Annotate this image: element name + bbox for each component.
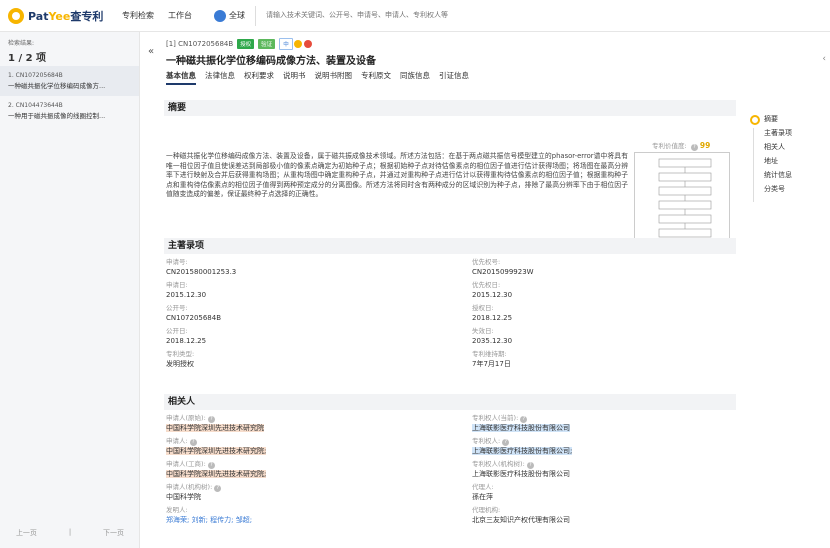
field-maintenance-period: 专利维持期: 7年7月17日 [472, 350, 511, 368]
next-page-button[interactable]: 下一页 [103, 528, 124, 538]
top-bar: PatYee查专利 专利检索 工作台 全球 [0, 0, 830, 32]
help-icon: ? [526, 462, 534, 469]
patyee-logo[interactable]: PatYee查专利 [8, 7, 108, 24]
help-icon: ? [214, 485, 222, 492]
tab-description[interactable]: 说明书 [283, 70, 306, 85]
chevron-left-icon[interactable]: ‹ [822, 54, 826, 64]
results-count: 1 / 2 项 [8, 53, 47, 64]
toc-item-statistics[interactable]: 统计信息 [748, 168, 830, 182]
field-assignee: 专利权人:? 上海联影医疗科技股份有限公司; [472, 437, 573, 455]
results-sidebar: 检索结果: 1 / 2 项 1. CN107205684B 一种磁共振化学位移编… [0, 32, 140, 548]
patent-detail: [1] CN107205684B 授权 验证 中 一种磁共振化学位移编码成像方法… [160, 32, 740, 548]
toc-item-biblio[interactable]: 主著录项 [748, 126, 830, 140]
pager-separator: | [68, 528, 72, 536]
logo-icon [8, 7, 24, 24]
pager: 上一页 | 下一页 [0, 528, 140, 538]
field-assignee-org-tree: 专利权人(机构树):? 上海联影医疗科技股份有限公司 [472, 460, 570, 478]
prev-page-button[interactable]: 上一页 [16, 528, 37, 538]
search-input[interactable] [255, 5, 555, 26]
applicant-link[interactable]: 中国科学院深圳先进技术研究院; [166, 447, 267, 455]
brand-name: PatYee查专利 [28, 9, 104, 23]
biblio-section-title: 主著录项 [164, 238, 736, 254]
field-expiry-date: 失效日: 2035.12.30 [472, 327, 513, 345]
parties-section-title: 相关人 [164, 394, 736, 410]
applicant-link[interactable]: 中国科学院深圳先进技术研究院 [166, 424, 264, 432]
award-icon [293, 40, 312, 48]
applicant-link[interactable]: 中国科学院深圳先进技术研究院; [166, 470, 267, 478]
patent-value-score: 专利价值度: ? 99 [652, 141, 711, 151]
nav-patent-search[interactable]: 专利检索 [122, 10, 154, 21]
field-original-applicant: 申请人(原始):? 中国科学院深圳先进技术研究院 [166, 414, 264, 432]
tab-basic-info[interactable]: 基本信息 [166, 70, 196, 85]
assignee-link[interactable]: 上海联影医疗科技股份有限公司 [472, 424, 570, 432]
field-applicant-business: 申请人(工商):? 中国科学院深圳先进技术研究院; [166, 460, 267, 478]
patent-number: [1] CN107205684B 授权 验证 中 [166, 38, 313, 50]
language-badge: 中 [279, 38, 293, 50]
status-badge-granted: 授权 [237, 39, 255, 49]
toc-item-parties[interactable]: 相关人 [748, 140, 830, 154]
abstract-text: 一种磁共振化学位移编码成像方法、装置及设备，属于磁共振成像技术领域。所述方法包括… [166, 152, 628, 199]
field-agency: 代理机构: 北京三友知识产权代理有限公司 [472, 506, 570, 524]
tab-claims[interactable]: 权利要求 [244, 70, 274, 85]
help-icon: ? [520, 416, 528, 423]
field-publication-date: 公开日: 2018.12.25 [166, 327, 207, 345]
toc-item-address[interactable]: 地址 [748, 154, 830, 168]
results-header: 检索结果: [8, 40, 35, 47]
field-inventors: 发明人: 郑海荣; 刘新; 程传力; 邹超; [166, 506, 253, 524]
toc-sidebar: 摘要 主著录项 相关人 地址 统计信息 分类号 [748, 112, 830, 196]
status-badge-verified: 验证 [258, 39, 276, 49]
help-icon: ? [207, 462, 215, 469]
result-item[interactable]: 1. CN107205684B 一种磁共振化学位移编码成像方... [0, 66, 139, 96]
toc-item-classification[interactable]: 分类号 [748, 182, 830, 196]
nav-workbench[interactable]: 工作台 [168, 10, 192, 21]
field-current-assignee: 专利权人(当前):? 上海联影医疗科技股份有限公司 [472, 414, 570, 432]
toc-item-abstract[interactable]: 摘要 [748, 112, 830, 126]
field-applicant: 申请人:? 中国科学院深圳先进技术研究院; [166, 437, 267, 455]
assignee-link[interactable]: 上海联影医疗科技股份有限公司 [472, 470, 570, 478]
field-grant-date: 授权日: 2018.12.25 [472, 304, 513, 322]
patent-title: 一种磁共振化学位移编码成像方法、装置及设备 [166, 56, 376, 67]
field-priority-date: 优先权日: 2015.12.30 [472, 281, 513, 299]
field-agent: 代理人: 孫在萍 [472, 483, 494, 501]
field-applicant-org-tree: 申请人(机构树):? 中国科学院 [166, 483, 472, 502]
scope-selector[interactable]: 全球 [214, 9, 245, 22]
field-priority-number: 优先权号: CN2015099923W [472, 258, 534, 276]
globe-icon [214, 9, 226, 22]
tab-legal-info[interactable]: 法律信息 [205, 70, 235, 85]
help-icon: ? [502, 439, 510, 446]
tab-drawings[interactable]: 说明书附图 [315, 70, 353, 85]
detail-tabs: 基本信息 法律信息 权利要求 说明书 说明书附图 专利原文 同族信息 引证信息 [166, 70, 478, 85]
tab-citation[interactable]: 引证信息 [439, 70, 469, 85]
field-publication-number: 公开号: CN107205684B [166, 304, 222, 322]
biblio-grid: 申请号: CN201580001253.3 优先权号: CN2015099923W … [166, 258, 746, 369]
help-icon: ? [690, 144, 698, 151]
field-patent-type: 专利类型: 发明授权 [166, 350, 195, 368]
collapse-sidebar-icon[interactable]: « [148, 46, 154, 57]
assignee-link[interactable]: 上海联影医疗科技股份有限公司; [472, 447, 573, 455]
result-item[interactable]: 2. CN104473644B 一种用于磁共振成像的线圈控制... [0, 96, 139, 126]
abstract-section-title: 摘要 [164, 100, 736, 116]
help-icon: ? [207, 416, 215, 423]
abstract-figure-thumbnail[interactable] [634, 152, 730, 252]
field-application-date: 申请日: 2015.12.30 [166, 281, 207, 299]
parties-grid: 申请人(原始):? 中国科学院深圳先进技术研究院 专利权人(当前):? 上海联影医疗… [166, 414, 746, 525]
help-icon: ? [189, 439, 197, 446]
tab-original-text[interactable]: 专利原文 [361, 70, 391, 85]
field-application-number: 申请号: CN201580001253.3 [166, 258, 237, 276]
tab-family[interactable]: 同族信息 [400, 70, 430, 85]
